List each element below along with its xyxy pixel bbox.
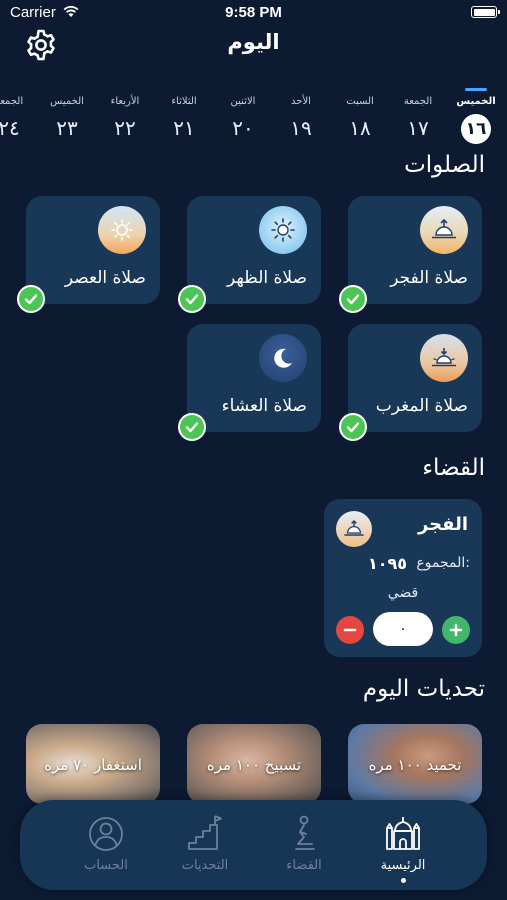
mosque-icon xyxy=(386,817,420,850)
qada-count-input[interactable] xyxy=(373,612,433,646)
qada-card-fajr: الفجر المجموع: ١٠٩٥ قضي xyxy=(324,499,482,657)
day-number: ١٧ xyxy=(407,116,429,140)
day-number: ١٨ xyxy=(349,116,371,140)
prayers-section-title: الصلوات xyxy=(404,152,485,178)
qada-total-label: المجموع: xyxy=(416,555,470,571)
day-item[interactable]: الاثنين ٢٠ xyxy=(218,96,268,140)
day-item-selected[interactable]: الخميس ١٦ xyxy=(451,88,501,144)
decrement-button[interactable] xyxy=(336,616,364,644)
checkmark-icon[interactable] xyxy=(339,285,367,313)
checkmark-icon[interactable] xyxy=(17,285,45,313)
day-name: الأربعاء xyxy=(110,96,140,107)
tab-account[interactable]: الحساب xyxy=(66,814,146,873)
tab-label: القضاء xyxy=(286,858,322,873)
tab-label: الرئيسية xyxy=(380,858,426,873)
prayer-label: صلاة الفجر xyxy=(390,268,468,288)
day-name: الثلاثاء xyxy=(171,96,197,107)
minus-icon xyxy=(343,628,357,632)
challenge-label: استغفار ٧٠ مره xyxy=(44,756,142,774)
challenge-label: تحميد ١٠٠ مره xyxy=(368,756,462,774)
day-number: ٢٠ xyxy=(232,116,254,140)
qada-done-label: قضي xyxy=(387,585,419,601)
day-number: ١٦ xyxy=(461,114,491,144)
sunrise-icon xyxy=(420,206,468,254)
clock: 9:58 PM xyxy=(225,4,282,21)
praying-person-icon xyxy=(295,815,315,850)
battery-icon xyxy=(471,6,500,18)
account-icon xyxy=(89,817,123,851)
stairs-flag-icon xyxy=(188,815,222,850)
sunrise-icon xyxy=(336,511,372,547)
tab-label: الحساب xyxy=(84,858,128,873)
checkmark-icon[interactable] xyxy=(178,413,206,441)
day-number: ٢٢ xyxy=(114,116,136,140)
day-item[interactable]: الجمعة ٢٤ xyxy=(0,96,34,140)
day-name: الجمعة xyxy=(403,96,433,107)
challenge-card[interactable]: تسبيح ١٠٠ مره xyxy=(187,724,321,804)
day-number: ٢٣ xyxy=(56,116,78,140)
prayer-card-dhuhr[interactable]: صلاة الظهر xyxy=(187,196,321,304)
challenge-card[interactable]: استغفار ٧٠ مره xyxy=(26,724,160,804)
day-name: الخميس xyxy=(456,96,496,107)
prayer-label: صلاة العصر xyxy=(64,268,146,288)
day-name: الاثنين xyxy=(230,96,256,107)
selected-day-indicator xyxy=(465,88,487,91)
day-item[interactable]: الأحد ١٩ xyxy=(276,96,326,140)
qada-card-title: الفجر xyxy=(417,514,468,535)
prayer-card-isha[interactable]: صلاة العشاء xyxy=(187,324,321,432)
day-item[interactable]: السبت ١٨ xyxy=(335,96,385,140)
day-strip[interactable]: الخميس ١٦ الجمعة ١٧ السبت ١٨ الأحد ١٩ ال… xyxy=(0,88,507,152)
checkmark-icon[interactable] xyxy=(339,413,367,441)
page-title: اليوم xyxy=(227,30,280,54)
prayer-card-fajr[interactable]: صلاة الفجر xyxy=(348,196,482,304)
tab-bar: الرئيسية القضاء التحديات الحساب xyxy=(20,800,487,890)
prayer-label: صلاة الظهر xyxy=(227,268,307,288)
day-name: الخميس xyxy=(50,96,84,107)
challenge-label: تسبيح ١٠٠ مره xyxy=(206,756,302,774)
active-tab-indicator xyxy=(401,878,406,883)
day-number: ١٩ xyxy=(290,116,312,140)
sunset-icon xyxy=(420,334,468,382)
prayer-label: صلاة المغرب xyxy=(375,396,468,416)
qada-total-value: ١٠٩٥ xyxy=(368,554,408,573)
tab-challenges[interactable]: التحديات xyxy=(165,814,245,873)
plus-icon xyxy=(449,623,463,637)
day-number: ٢١ xyxy=(173,116,195,140)
day-name: السبت xyxy=(346,96,374,107)
prayer-card-maghrib[interactable]: صلاة المغرب xyxy=(348,324,482,432)
prayer-card-asr[interactable]: صلاة العصر xyxy=(26,196,160,304)
day-name: الأحد xyxy=(291,96,311,107)
increment-button[interactable] xyxy=(442,616,470,644)
day-name: الجمعة xyxy=(0,96,24,107)
checkmark-icon[interactable] xyxy=(178,285,206,313)
tab-home[interactable]: الرئيسية xyxy=(363,814,443,883)
moon-icon xyxy=(259,334,307,382)
day-item[interactable]: الجمعة ١٧ xyxy=(393,96,443,140)
day-item[interactable]: الخميس ٢٣ xyxy=(42,96,92,140)
challenges-section-title: تحديات اليوم xyxy=(362,676,485,702)
tab-qada[interactable]: القضاء xyxy=(264,814,344,873)
sun-afternoon-icon xyxy=(98,206,146,254)
day-item[interactable]: الأربعاء ٢٢ xyxy=(100,96,150,140)
sun-icon xyxy=(259,206,307,254)
prayer-label: صلاة العشاء xyxy=(221,396,307,416)
tab-label: التحديات xyxy=(181,858,229,873)
qada-section-title: القضاء xyxy=(422,455,485,481)
day-number: ٢٤ xyxy=(0,116,20,140)
challenge-card[interactable]: تحميد ١٠٠ مره xyxy=(348,724,482,804)
day-item[interactable]: الثلاثاء ٢١ xyxy=(159,96,209,140)
